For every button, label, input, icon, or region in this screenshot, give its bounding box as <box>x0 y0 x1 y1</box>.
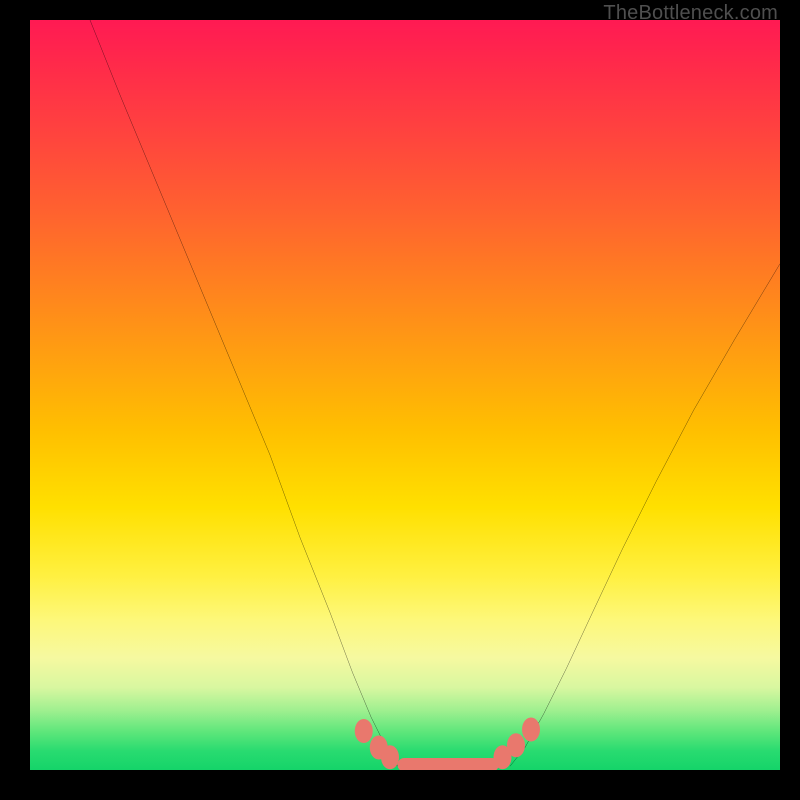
floor-ellipse <box>381 745 399 769</box>
right-curve <box>510 264 780 767</box>
plot-area <box>30 20 780 770</box>
floor-markers <box>355 718 540 771</box>
left-curve <box>90 20 398 766</box>
floor-ellipse <box>522 718 540 742</box>
attribution-text: TheBottleneck.com <box>603 2 778 25</box>
floor-ellipse <box>507 733 525 757</box>
chart-frame: TheBottleneck.com <box>0 0 800 800</box>
curve-layer <box>30 20 780 770</box>
floor-ellipse <box>355 719 373 743</box>
floor-bar <box>398 758 499 770</box>
